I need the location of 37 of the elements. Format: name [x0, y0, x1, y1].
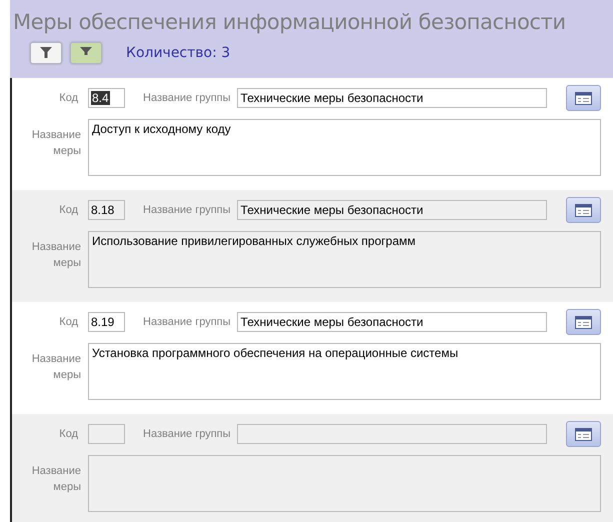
- group-label: Название группы: [143, 316, 231, 328]
- name-label: Название меры: [30, 464, 81, 495]
- code-label: Код: [58, 428, 78, 440]
- group-field[interactable]: Технические меры безопасности: [236, 200, 547, 220]
- group-label: Название группы: [143, 204, 231, 216]
- filter-icon: [40, 46, 52, 60]
- code-field[interactable]: 8.18: [88, 200, 125, 220]
- name-field[interactable]: Доступ к исходному коду: [88, 119, 601, 176]
- form-icon: [575, 92, 592, 104]
- group-field[interactable]: Технические меры безопасности: [236, 312, 547, 332]
- code-field[interactable]: 8.4: [88, 88, 125, 108]
- open-form-button[interactable]: [566, 309, 601, 335]
- code-field[interactable]: [88, 424, 125, 444]
- group-label: Название группы: [143, 428, 231, 440]
- name-field[interactable]: Установка программного обеспечения на операционные системы: [88, 343, 601, 400]
- group-field[interactable]: [236, 424, 547, 444]
- code-label: Код: [58, 204, 78, 216]
- code-label: Код: [58, 316, 78, 328]
- open-form-button[interactable]: [566, 85, 601, 111]
- filter-button[interactable]: [30, 42, 62, 64]
- name-label: Название меры: [30, 240, 81, 271]
- name-field[interactable]: Использование привилегированных служебных программ: [88, 231, 601, 288]
- record-count: Количество: 3: [126, 45, 230, 61]
- open-form-button[interactable]: [566, 197, 601, 223]
- group-field[interactable]: Технические меры безопасности: [236, 88, 547, 108]
- filter-list-button[interactable]: [70, 42, 102, 64]
- code-field[interactable]: 8.19: [88, 312, 125, 332]
- form-title: Меры обеспечения информационной безопасности: [13, 9, 567, 36]
- name-label: Название меры: [30, 352, 81, 383]
- name-label: Название меры: [30, 128, 81, 159]
- open-form-button[interactable]: [566, 421, 601, 447]
- group-label: Название группы: [143, 92, 231, 104]
- code-label: Код: [58, 92, 78, 104]
- form-icon: [575, 316, 592, 328]
- form-icon: [575, 428, 592, 440]
- name-field[interactable]: [88, 455, 601, 512]
- form-icon: [575, 204, 592, 216]
